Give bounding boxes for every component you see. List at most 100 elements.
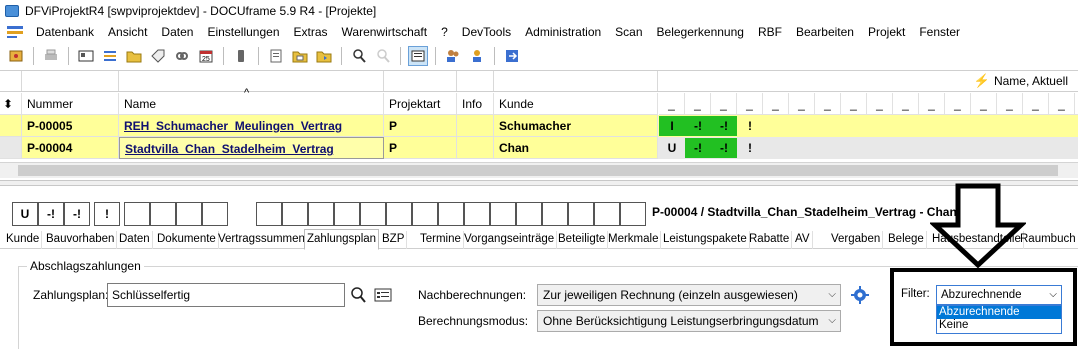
address-card-icon[interactable]: [76, 46, 96, 66]
mail-folder-icon[interactable]: [290, 46, 310, 66]
tab-vergaben[interactable]: Vergaben: [829, 231, 884, 249]
tab-leistungspakete[interactable]: Leistungspakete: [661, 231, 750, 249]
phone-icon[interactable]: [231, 46, 251, 66]
folder-icon[interactable]: [124, 46, 144, 66]
cell-name[interactable]: REH_Schumacher_Meulingen_Vertrag: [119, 115, 384, 137]
users-icon[interactable]: [443, 46, 463, 66]
tab-kunde[interactable]: Kunde: [4, 231, 43, 249]
list-icon[interactable]: [100, 46, 120, 66]
search-disabled-icon[interactable]: [373, 46, 393, 66]
column-header-info[interactable]: Info: [457, 93, 494, 115]
cell-kunde[interactable]: Chan: [494, 137, 658, 159]
scrollbar-thumb[interactable]: [18, 165, 1058, 176]
menu-devtools[interactable]: DevTools: [455, 25, 518, 39]
document-icon[interactable]: [266, 46, 286, 66]
tab-termine[interactable]: Termine: [418, 231, 464, 249]
search-icon[interactable]: [349, 286, 367, 307]
row-selector-header[interactable]: ⬍: [0, 93, 22, 115]
print-icon[interactable]: [41, 46, 61, 66]
column-header-status[interactable]: _: [737, 93, 763, 115]
search-icon[interactable]: [349, 46, 369, 66]
cell-kunde[interactable]: Schumacher: [494, 115, 658, 137]
filter-select[interactable]: Abzurechnende ⌵: [936, 285, 1062, 305]
cell-projektart[interactable]: P: [384, 115, 457, 137]
gear-icon[interactable]: [851, 286, 869, 307]
column-header-status[interactable]: _: [685, 93, 711, 115]
tab-raumbuch[interactable]: Raumbuch: [1018, 231, 1078, 249]
menu-projekt[interactable]: Projekt: [861, 25, 912, 39]
tag-icon[interactable]: [148, 46, 168, 66]
column-header-status[interactable]: _: [919, 93, 945, 115]
column-header-status[interactable]: _: [711, 93, 737, 115]
list-details-icon[interactable]: [374, 288, 392, 305]
sort-indicator[interactable]: ⚡ Name, Aktuell: [974, 73, 1068, 89]
column-header-status[interactable]: _: [763, 93, 789, 115]
filter-cell-info[interactable]: [457, 71, 494, 91]
column-header-status[interactable]: _: [997, 93, 1023, 115]
tab-bauvorhaben[interactable]: Bauvorhaben: [44, 231, 118, 249]
column-header-status[interactable]: _: [815, 93, 841, 115]
column-header-status[interactable]: _: [789, 93, 815, 115]
menu-einstellungen[interactable]: Einstellungen: [200, 25, 286, 39]
cell-projektart[interactable]: P: [384, 137, 457, 159]
filter-cell-nummer[interactable]: [22, 71, 119, 91]
user-group-icon[interactable]: [467, 46, 487, 66]
column-header-status[interactable]: _: [659, 93, 685, 115]
menu-help[interactable]: ?: [434, 25, 455, 39]
cell-name[interactable]: Stadtvilla_Chan_Stadelheim_Vertrag: [119, 137, 384, 159]
menu-extras[interactable]: Extras: [287, 25, 335, 39]
list-view-icon[interactable]: [408, 46, 428, 66]
menu-ansicht[interactable]: Ansicht: [101, 25, 154, 39]
menu-scan[interactable]: Scan: [608, 25, 649, 39]
filter-option-keine[interactable]: Keine: [937, 319, 1061, 332]
tab-av[interactable]: AV: [793, 231, 813, 249]
column-header-status[interactable]: _: [841, 93, 867, 115]
menu-bearbeiten[interactable]: Bearbeiten: [789, 25, 861, 39]
filter-cell-kunde[interactable]: [494, 71, 658, 91]
menu-app-icon[interactable]: [6, 25, 24, 39]
folder-arrow-icon[interactable]: [314, 46, 334, 66]
menu-daten[interactable]: Daten: [154, 25, 200, 39]
menu-warenwirtschaft[interactable]: Warenwirtschaft: [335, 25, 435, 39]
menu-belegerkennung[interactable]: Belegerkennung: [650, 25, 751, 39]
cell-info[interactable]: [457, 137, 494, 159]
cell-nummer[interactable]: P-00005: [22, 115, 119, 137]
pane-splitter[interactable]: [0, 180, 1078, 186]
tab-bzp[interactable]: BZP: [380, 231, 408, 249]
column-header-status[interactable]: _: [945, 93, 971, 115]
tab-dokumente[interactable]: Dokumente: [155, 231, 219, 249]
tab-rabatte[interactable]: Rabatte: [747, 231, 793, 249]
zahlungsplan-field[interactable]: Schlüsselfertig: [107, 283, 345, 307]
cell-nummer[interactable]: P-00004: [22, 137, 119, 159]
column-header-nummer[interactable]: Nummer: [22, 93, 119, 115]
tab-zahlungsplan[interactable]: Zahlungsplan: [304, 229, 380, 250]
column-header-status[interactable]: _: [893, 93, 919, 115]
export-icon[interactable]: [502, 46, 522, 66]
filter-cell-projektart[interactable]: [384, 71, 457, 91]
horizontal-scrollbar[interactable]: [0, 162, 1078, 178]
column-header-name[interactable]: Name: [119, 93, 384, 115]
tab-beteiligte[interactable]: Beteiligte: [556, 231, 609, 249]
menu-administration[interactable]: Administration: [518, 25, 608, 39]
tab-vorgangseintraege[interactable]: Vorgangseinträge: [462, 231, 558, 249]
column-header-status[interactable]: _: [1023, 93, 1049, 115]
new-record-icon[interactable]: [6, 46, 26, 66]
cell-info[interactable]: [457, 115, 494, 137]
column-header-status[interactable]: _: [867, 93, 893, 115]
menu-rbf[interactable]: RBF: [751, 25, 789, 39]
menu-fenster[interactable]: Fenster: [912, 25, 967, 39]
table-row-selected[interactable]: P-00004 Stadtvilla_Chan_Stadelheim_Vertr…: [0, 137, 1078, 159]
tab-vertragssummen[interactable]: Vertragssummen: [216, 231, 308, 249]
filter-option-abzurechnende[interactable]: Abzurechnende: [937, 306, 1061, 319]
column-header-status[interactable]: _: [971, 93, 997, 115]
calendar-icon[interactable]: 25: [196, 46, 216, 66]
filter-cell-name[interactable]: [119, 71, 384, 91]
nachberechnungen-select[interactable]: Zur jeweiligen Rechnung (einzeln ausgewi…: [537, 284, 841, 306]
column-header-kunde[interactable]: Kunde: [494, 93, 658, 115]
tab-belege[interactable]: Belege: [886, 231, 927, 249]
column-header-projektart[interactable]: Projektart: [384, 93, 457, 115]
table-row[interactable]: P-00005 REH_Schumacher_Meulingen_Vertrag…: [0, 115, 1078, 137]
link-icon[interactable]: [172, 46, 192, 66]
menu-datenbank[interactable]: Datenbank: [29, 25, 101, 39]
berechnungsmodus-select[interactable]: Ohne Berücksichtigung Leistungserbringun…: [537, 310, 841, 332]
